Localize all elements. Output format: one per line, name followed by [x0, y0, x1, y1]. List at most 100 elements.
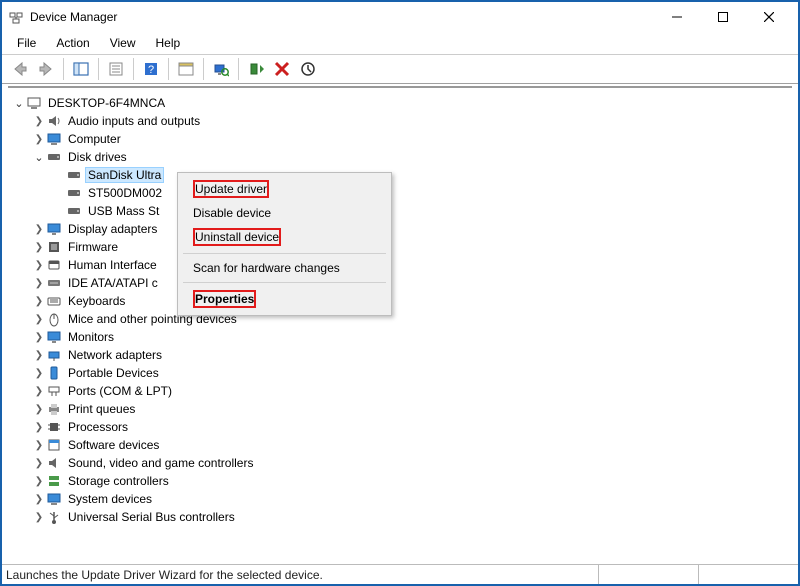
category-sound[interactable]: Sound, video and game controllers	[66, 456, 255, 470]
svg-text:?: ?	[148, 64, 154, 76]
scan-hardware-button[interactable]	[209, 57, 233, 81]
toolbar-separator	[203, 58, 204, 80]
toolbar: ?	[2, 54, 798, 84]
ctx-separator	[183, 253, 386, 254]
category-computer[interactable]: Computer	[66, 132, 123, 146]
ide-icon	[46, 275, 62, 291]
root-node[interactable]: DESKTOP-6F4MNCA	[46, 96, 167, 110]
expand-icon[interactable]: ❯	[32, 260, 46, 271]
category-storage[interactable]: Storage controllers	[66, 474, 171, 488]
expand-icon[interactable]: ❯	[32, 134, 46, 145]
minimize-button[interactable]	[654, 2, 700, 32]
expand-icon[interactable]: ❯	[32, 116, 46, 127]
show-hide-tree-button[interactable]	[69, 57, 93, 81]
menu-view[interactable]: View	[101, 34, 145, 52]
category-audio[interactable]: Audio inputs and outputs	[66, 114, 202, 128]
expand-icon[interactable]: ❯	[32, 512, 46, 523]
portable-icon	[46, 365, 62, 381]
disable-device-toolbar-button[interactable]	[296, 57, 320, 81]
app-icon	[8, 9, 24, 25]
category-disk-drives[interactable]: Disk drives	[66, 150, 129, 164]
expand-icon[interactable]: ❯	[32, 422, 46, 433]
highlight-box: Properties	[193, 290, 256, 308]
help-toolbar-button[interactable]: ?	[139, 57, 163, 81]
toolbar-separator	[63, 58, 64, 80]
device-tree[interactable]: ⌄ DESKTOP-6F4MNCA ❯ Audio inputs and out…	[8, 86, 792, 562]
back-button[interactable]	[8, 57, 32, 81]
audio-icon	[46, 113, 62, 129]
expand-icon[interactable]: ❯	[32, 386, 46, 397]
expand-icon[interactable]: ⌄	[12, 97, 26, 110]
category-display[interactable]: Display adapters	[66, 222, 159, 236]
system-icon	[46, 491, 62, 507]
category-network[interactable]: Network adapters	[66, 348, 164, 362]
close-button[interactable]	[746, 2, 792, 32]
category-usb[interactable]: Universal Serial Bus controllers	[66, 510, 237, 524]
keyboard-icon	[46, 293, 62, 309]
monitor-icon	[46, 329, 62, 345]
forward-button[interactable]	[34, 57, 58, 81]
processor-icon	[46, 419, 62, 435]
expand-icon[interactable]: ❯	[32, 440, 46, 451]
ctx-properties[interactable]: Properties	[181, 286, 388, 312]
action-toolbar-button[interactable]	[174, 57, 198, 81]
window-title: Device Manager	[30, 10, 117, 24]
category-print-queues[interactable]: Print queues	[66, 402, 137, 416]
window-controls	[654, 2, 792, 32]
menu-file[interactable]: File	[8, 34, 45, 52]
expand-icon[interactable]: ❯	[32, 494, 46, 505]
ctx-disable-device[interactable]: Disable device	[181, 202, 388, 224]
properties-toolbar-button[interactable]	[104, 57, 128, 81]
menu-bar: File Action View Help	[2, 32, 798, 54]
category-keyboards[interactable]: Keyboards	[66, 294, 127, 308]
category-system[interactable]: System devices	[66, 492, 154, 506]
title-bar: Device Manager	[2, 2, 798, 32]
category-monitors[interactable]: Monitors	[66, 330, 116, 344]
software-icon	[46, 437, 62, 453]
category-portable[interactable]: Portable Devices	[66, 366, 161, 380]
disk-drive-icon	[66, 167, 82, 183]
toolbar-separator	[238, 58, 239, 80]
expand-icon[interactable]: ❯	[32, 458, 46, 469]
highlight-box: Uninstall device	[193, 228, 281, 246]
category-ide[interactable]: IDE ATA/ATAPI c	[66, 276, 160, 290]
ctx-separator	[183, 282, 386, 283]
maximize-button[interactable]	[700, 2, 746, 32]
status-cell	[698, 565, 798, 584]
expand-icon[interactable]: ❯	[32, 242, 46, 253]
disk-drive-icon	[46, 149, 62, 165]
display-icon	[46, 221, 62, 237]
expand-icon[interactable]: ❯	[32, 314, 46, 325]
expand-icon[interactable]: ❯	[32, 476, 46, 487]
expand-icon[interactable]: ❯	[32, 224, 46, 235]
toolbar-separator	[133, 58, 134, 80]
collapse-icon[interactable]: ⌄	[32, 151, 46, 164]
ctx-uninstall-device[interactable]: Uninstall device	[181, 224, 388, 250]
ctx-update-driver[interactable]: Update driver	[181, 176, 388, 202]
category-hid[interactable]: Human Interface	[66, 258, 159, 272]
expand-icon[interactable]: ❯	[32, 368, 46, 379]
expand-icon[interactable]: ❯	[32, 350, 46, 361]
expand-icon[interactable]: ❯	[32, 404, 46, 415]
menu-action[interactable]: Action	[47, 34, 98, 52]
category-software[interactable]: Software devices	[66, 438, 161, 452]
ctx-scan-hardware[interactable]: Scan for hardware changes	[181, 257, 388, 279]
category-ports[interactable]: Ports (COM & LPT)	[66, 384, 174, 398]
device-st500[interactable]: ST500DM002	[86, 186, 164, 200]
computer-root-icon	[26, 95, 42, 111]
category-firmware[interactable]: Firmware	[66, 240, 120, 254]
ports-icon	[46, 383, 62, 399]
update-driver-toolbar-button[interactable]	[244, 57, 268, 81]
storage-icon	[46, 473, 62, 489]
menu-help[interactable]: Help	[147, 34, 190, 52]
toolbar-separator	[168, 58, 169, 80]
device-sandisk[interactable]: SanDisk Ultra	[86, 168, 163, 182]
category-processors[interactable]: Processors	[66, 420, 130, 434]
device-usb-mass[interactable]: USB Mass St	[86, 204, 161, 218]
uninstall-device-toolbar-button[interactable]	[270, 57, 294, 81]
status-bar: Launches the Update Driver Wizard for th…	[2, 564, 798, 584]
expand-icon[interactable]: ❯	[32, 296, 46, 307]
toolbar-separator	[98, 58, 99, 80]
expand-icon[interactable]: ❯	[32, 332, 46, 343]
expand-icon[interactable]: ❯	[32, 278, 46, 289]
